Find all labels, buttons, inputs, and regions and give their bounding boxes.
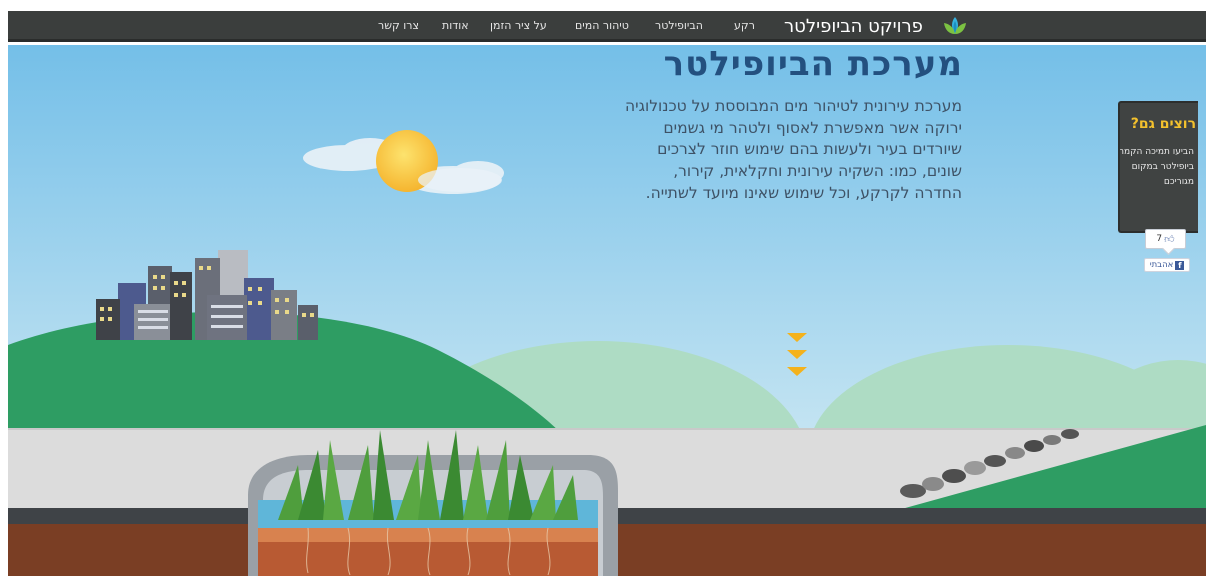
nav-timeline[interactable]: על ציר הזמן [490,19,547,32]
facebook-like-button[interactable]: f אהבתי [1144,258,1190,272]
top-navbar: צרו קשר אודות על ציר הזמן טיהור המים הבי… [8,11,1206,42]
like-count-bubble: 7 👍︎ [1145,229,1186,249]
promo-text: הביעו תמיכה הקמת ביופילטר במקום מגוריכם [1118,147,1194,187]
nav-water-purification[interactable]: טיהור המים [575,19,629,32]
brand-link[interactable]: פרויקט הביופילטר [784,14,923,38]
lotus-icon [944,17,966,34]
nav-about[interactable]: אודות [442,19,469,32]
hero-description: מערכת עירונית לטיהור מים המבוססת על טכנו… [625,97,962,202]
nav-background[interactable]: רקע [734,19,755,32]
page-frame: צרו קשר אודות על ציר הזמן טיהור המים הבי… [0,0,1206,576]
landscape-illustration [8,45,1206,576]
hero-title: מערכת הביופילטר [663,44,963,84]
promo-title: רוצים גם? [1130,116,1196,132]
nav-contact[interactable]: צרו קשר [378,19,419,32]
facebook-icon: f [1175,260,1185,270]
nav-biofilter[interactable]: הביופילטר [655,19,703,32]
thumbs-up-icon: 👍︎ [1164,234,1175,245]
brand-name: פרויקט הביופילטר [784,15,923,37]
support-promo-box[interactable]: רוצים גם? הביעו תמיכה הקמת ביופילטר במקו… [1118,101,1198,233]
facebook-like-label: אהבתי [1149,260,1174,270]
like-count: 7 [1156,234,1163,244]
hero-scene [8,45,1206,576]
